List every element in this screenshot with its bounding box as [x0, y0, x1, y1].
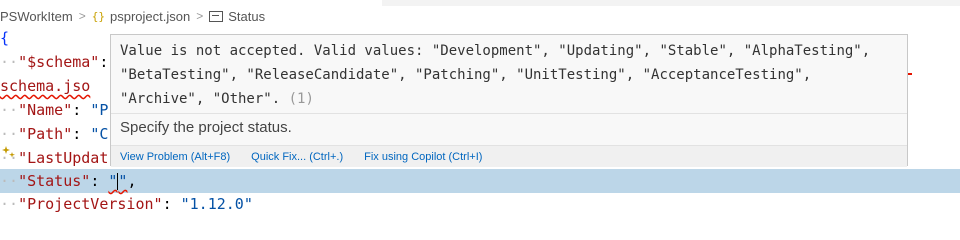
hover-divider	[111, 113, 907, 114]
breadcrumb-label: psproject.json	[109, 8, 191, 24]
error-code: (1)	[288, 91, 314, 107]
view-problem-link[interactable]: View Problem (Alt+F8)	[120, 151, 230, 163]
quick-fix-link[interactable]: Quick Fix... (Ctrl+.)	[251, 151, 343, 163]
hover-status-bar: View Problem (Alt+F8) Quick Fix... (Ctrl…	[111, 145, 907, 167]
whitespace-marker: ··	[0, 101, 19, 119]
json-value: "P	[90, 101, 109, 119]
json-key: "ProjectVersion"	[18, 195, 163, 213]
error-message-text: Value is not accepted. Valid values: "De…	[120, 43, 871, 107]
breadcrumb-item-status[interactable]: Status	[209, 9, 265, 24]
json-colon: :	[90, 172, 100, 190]
json-key: "Name"	[18, 101, 73, 119]
hover-widget: Value is not accepted. Valid values: "De…	[110, 34, 908, 167]
symbol-string-icon	[209, 10, 224, 22]
whitespace-marker: ··	[0, 125, 19, 143]
code-line[interactable]: ··"ProjectVersion": "1.12.0"	[0, 192, 960, 216]
breadcrumb-label: Status	[228, 8, 266, 24]
json-comma: ,	[127, 172, 137, 190]
code-line-current[interactable]: ··"Status": "",	[0, 169, 960, 193]
editor-overview-strip	[382, 0, 960, 6]
json-colon: :	[99, 53, 109, 71]
chevron-right-icon: >	[196, 9, 204, 23]
open-brace: {	[0, 29, 10, 47]
json-braces-icon: {}	[91, 9, 105, 23]
breadcrumb-item-file[interactable]: {} psproject.json	[92, 9, 190, 24]
json-value-error: schema.jso	[0, 77, 91, 95]
whitespace-marker: ··	[0, 53, 19, 71]
json-value-error: ""	[108, 172, 127, 190]
breadcrumb-label: PSWorkItem	[0, 8, 73, 24]
chevron-right-icon: >	[78, 9, 86, 23]
json-colon: :	[72, 125, 82, 143]
json-key: "Path"	[18, 125, 73, 143]
breadcrumb-item-folder[interactable]: PSWorkItem	[0, 9, 73, 24]
error-squiggle	[908, 73, 912, 75]
fix-using-copilot-link[interactable]: Fix using Copilot (Ctrl+I)	[364, 151, 482, 163]
schema-description: Specify the project status.	[120, 119, 292, 136]
lightbulb-sparkle-icon[interactable]	[2, 145, 16, 163]
whitespace-marker: ··	[0, 195, 19, 213]
whitespace-marker: ··	[0, 172, 19, 190]
json-value: "C	[90, 125, 109, 143]
json-key: "LastUpdat	[18, 149, 109, 167]
json-value: "1.12.0"	[180, 195, 253, 213]
error-message: Value is not accepted. Valid values: "De…	[120, 39, 900, 111]
json-key: "Status"	[18, 172, 91, 190]
json-colon: :	[162, 195, 172, 213]
json-colon: :	[72, 101, 82, 119]
json-key: "$schema"	[18, 53, 100, 71]
quote-open: "	[108, 172, 118, 190]
